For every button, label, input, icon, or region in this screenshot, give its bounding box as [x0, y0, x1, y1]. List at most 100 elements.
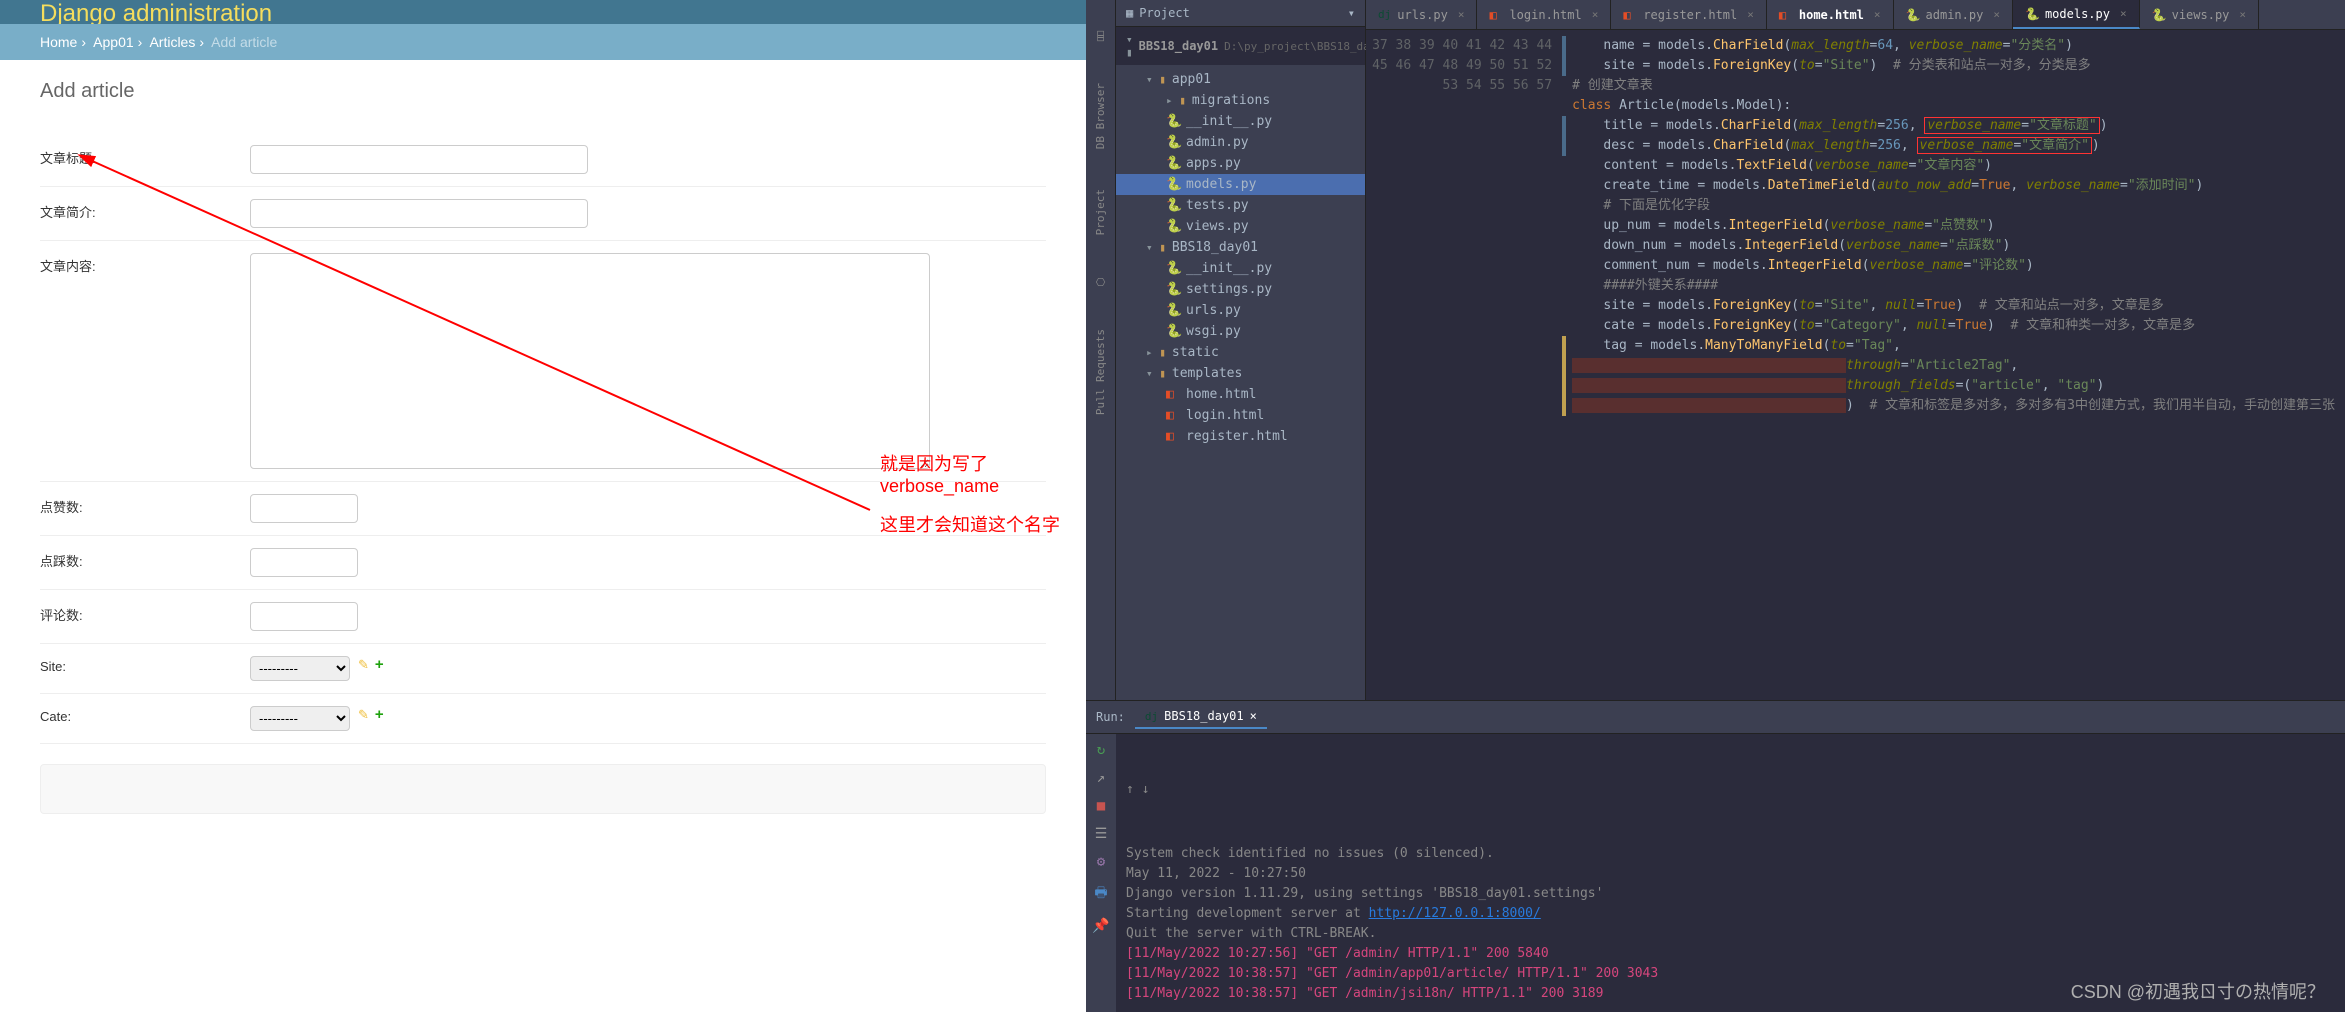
tree-item-templates[interactable]: ▾ ▮templates: [1116, 363, 1365, 384]
django-icon: dj: [1145, 710, 1158, 723]
input-desc[interactable]: [250, 199, 588, 228]
html-icon: ◧: [1166, 387, 1180, 402]
file-tree[interactable]: ▾ ▮app01▸ ▮migrations🐍__init__.py🐍admin.…: [1116, 65, 1365, 451]
tree-item-__init__-py[interactable]: 🐍__init__.py: [1116, 111, 1365, 132]
tree-item-views-py[interactable]: 🐍views.py: [1116, 216, 1365, 237]
project-path[interactable]: ▾ ▮ BBS18_day01 D:\py_project\BBS18_day0…: [1116, 27, 1365, 65]
breadcrumb-model[interactable]: Articles: [149, 34, 195, 50]
django-admin-panel: Django administration Home› App01› Artic…: [0, 0, 1086, 1012]
layout-icon[interactable]: ☰: [1095, 826, 1108, 842]
label-upnum: 点赞数:: [40, 494, 250, 516]
label-title: 文章标题:: [40, 145, 250, 167]
tree-item-home-html[interactable]: ◧home.html: [1116, 384, 1365, 405]
plus-icon[interactable]: +: [375, 706, 384, 723]
settings-icon[interactable]: ⚙: [1097, 854, 1105, 870]
tree-item-settings-py[interactable]: 🐍settings.py: [1116, 279, 1365, 300]
line-numbers: 37 38 39 40 41 42 43 44 45 46 47 48 49 5…: [1366, 30, 1562, 700]
project-tree-panel: ▦ Project ▾ ▾ ▮ BBS18_day01 D:\py_projec…: [1116, 0, 1366, 700]
python-icon: 🐍: [1166, 219, 1180, 234]
pencil-icon[interactable]: ✎: [358, 707, 369, 723]
close-icon[interactable]: ×: [1747, 8, 1754, 21]
python-icon: 🐍: [1166, 198, 1180, 213]
pencil-icon[interactable]: ✎: [358, 657, 369, 673]
breadcrumb-home[interactable]: Home: [40, 34, 77, 50]
tab-admin-py[interactable]: 🐍admin.py×: [1894, 0, 2013, 29]
code-content[interactable]: name = models.CharField(max_length=64, v…: [1562, 30, 2345, 700]
db-browser-icon[interactable]: ⌸: [1097, 30, 1104, 43]
project-header[interactable]: ▦ Project ▾: [1116, 0, 1365, 27]
tab-home-html[interactable]: ◧home.html×: [1767, 0, 1894, 29]
python-icon: 🐍: [1166, 156, 1180, 171]
tree-item-__init__-py[interactable]: 🐍__init__.py: [1116, 258, 1365, 279]
tree-item-app01[interactable]: ▾ ▮app01: [1116, 69, 1365, 90]
github-icon[interactable]: ⎔: [1096, 276, 1106, 289]
python-icon: 🐍: [1166, 282, 1180, 297]
label-commentnum: 评论数:: [40, 602, 250, 624]
project-icon: ▦: [1126, 6, 1133, 20]
db-browser-label[interactable]: DB Browser: [1094, 83, 1107, 149]
close-icon[interactable]: ×: [2120, 7, 2127, 20]
input-commentnum[interactable]: [250, 602, 358, 631]
pin-icon[interactable]: 📌: [1092, 918, 1109, 934]
stop-icon[interactable]: ■: [1097, 798, 1105, 814]
tab-views-py[interactable]: 🐍views.py×: [2140, 0, 2259, 29]
annotation-text: 就是因为写了 verbose_name 这里才会知道这个名字: [880, 450, 1060, 537]
breadcrumb: Home› App01› Articles› Add article: [0, 24, 1086, 60]
input-downnum[interactable]: [250, 548, 358, 577]
tab-login-html[interactable]: ◧login.html×: [1477, 0, 1611, 29]
input-upnum[interactable]: [250, 494, 358, 523]
tab-models-py[interactable]: 🐍models.py×: [2013, 0, 2140, 29]
close-icon[interactable]: ×: [1458, 8, 1465, 21]
close-icon[interactable]: ×: [1250, 709, 1257, 723]
project-tool-label[interactable]: Project: [1094, 189, 1107, 235]
chevron-down-icon[interactable]: ▾: [1348, 6, 1355, 20]
tab-bar: djurls.py×◧login.html×◧register.html×◧ho…: [1366, 0, 2345, 30]
close-icon[interactable]: ×: [2239, 8, 2246, 21]
python-icon: 🐍: [1166, 303, 1180, 318]
textarea-content[interactable]: [250, 253, 930, 469]
tree-item-tests-py[interactable]: 🐍tests.py: [1116, 195, 1365, 216]
python-icon: 🐍: [1166, 177, 1180, 192]
select-site[interactable]: ---------: [250, 656, 350, 681]
tree-item-migrations[interactable]: ▸ ▮migrations: [1116, 90, 1365, 111]
submit-row: [40, 764, 1046, 814]
label-downnum: 点踩数:: [40, 548, 250, 570]
console[interactable]: ↑ ↓ System check identified no issues (0…: [1116, 734, 2345, 1012]
tab-register-html[interactable]: ◧register.html×: [1611, 0, 1767, 29]
watermark: CSDN @初遇我ㄖ寸の热情呢？: [2071, 978, 2325, 1004]
django-header: Django administration: [0, 0, 1086, 24]
run-config-tab[interactable]: dj BBS18_day01 ×: [1135, 705, 1267, 729]
run-arrow-icon[interactable]: ↗: [1097, 770, 1105, 786]
label-desc: 文章简介:: [40, 199, 250, 221]
run-label: Run:: [1096, 710, 1125, 724]
breadcrumb-app[interactable]: App01: [93, 34, 133, 50]
ide-panel: ⌸ DB Browser Project ⎔ Pull Requests ▦ P…: [1086, 0, 2345, 1012]
tree-item-apps-py[interactable]: 🐍apps.py: [1116, 153, 1365, 174]
breadcrumb-current: Add article: [211, 34, 277, 50]
tree-item-urls-py[interactable]: 🐍urls.py: [1116, 300, 1365, 321]
run-toolbar: ↻ ↗ ■ ☰ ⚙ 🖶 📌: [1086, 734, 1116, 1012]
pull-requests-label[interactable]: Pull Requests: [1094, 329, 1107, 415]
folder-icon: ▾ ▮: [1126, 33, 1133, 59]
python-icon: 🐍: [1166, 114, 1180, 129]
tree-item-models-py[interactable]: 🐍models.py: [1116, 174, 1365, 195]
tab-urls-py[interactable]: djurls.py×: [1366, 0, 1477, 29]
tree-item-admin-py[interactable]: 🐍admin.py: [1116, 132, 1365, 153]
label-cate: Cate:: [40, 706, 250, 724]
close-icon[interactable]: ×: [1592, 8, 1599, 21]
tree-item-register-html[interactable]: ◧register.html: [1116, 426, 1365, 447]
close-icon[interactable]: ×: [1874, 8, 1881, 21]
close-icon[interactable]: ×: [1993, 8, 2000, 21]
tree-item-BBS18_day01[interactable]: ▾ ▮BBS18_day01: [1116, 237, 1365, 258]
input-title[interactable]: [250, 145, 588, 174]
page-title: Add article: [40, 80, 1046, 103]
print-icon[interactable]: 🖶: [1094, 882, 1107, 906]
tree-item-login-html[interactable]: ◧login.html: [1116, 405, 1365, 426]
html-icon: ◧: [1166, 429, 1180, 444]
tree-item-static[interactable]: ▸ ▮static: [1116, 342, 1365, 363]
tree-item-wsgi-py[interactable]: 🐍wsgi.py: [1116, 321, 1365, 342]
select-cate[interactable]: ---------: [250, 706, 350, 731]
rerun-icon[interactable]: ↻: [1097, 742, 1105, 758]
editor-area: djurls.py×◧login.html×◧register.html×◧ho…: [1366, 0, 2345, 700]
plus-icon[interactable]: +: [375, 656, 384, 673]
